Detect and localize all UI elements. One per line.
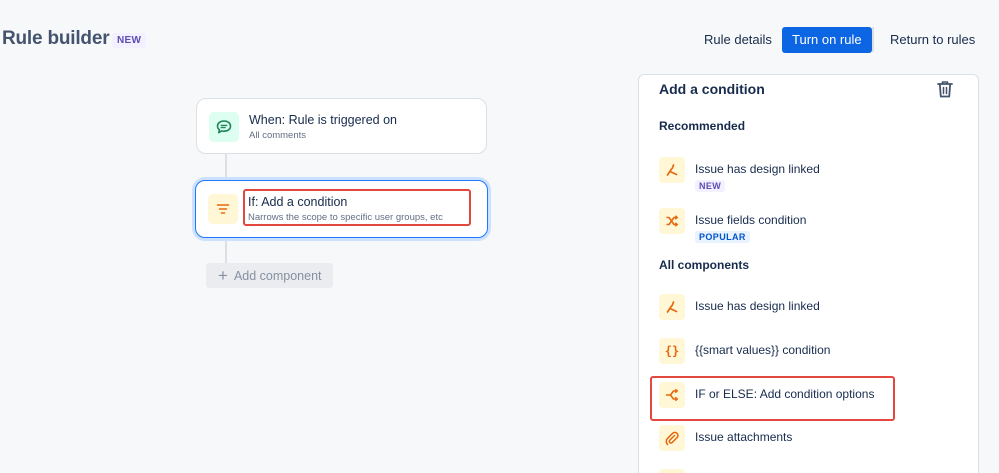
flow-connector: [225, 154, 227, 181]
item-label: Issue fields condition: [695, 213, 807, 227]
add-component-button[interactable]: + Add component: [206, 263, 333, 288]
paperclip-icon: [659, 425, 685, 451]
return-to-rules-button[interactable]: Return to rules: [880, 27, 985, 53]
list-item[interactable]: Issue fields condition POPULAR: [659, 208, 959, 243]
condition-subtitle: Narrows the scope to specific user group…: [248, 212, 443, 223]
condition-card[interactable]: If: Add a condition Narrows the scope to…: [195, 180, 488, 238]
design-link-icon: [659, 157, 685, 183]
shuffle-icon: [659, 208, 685, 234]
plus-icon: +: [218, 266, 228, 285]
item-label: Issue has design linked: [695, 299, 820, 313]
header-divider: [872, 27, 874, 52]
list-item[interactable]: {} {{smart values}} condition: [659, 338, 959, 364]
new-tag: NEW: [695, 180, 726, 192]
curly-braces-icon: {}: [659, 338, 685, 364]
recommended-heading: Recommended: [659, 119, 746, 133]
trigger-card[interactable]: When: Rule is triggered on All comments: [196, 98, 487, 154]
all-components-heading: All components: [659, 258, 750, 272]
trash-icon[interactable]: [935, 79, 955, 99]
item-label: Issue has design linked: [695, 162, 820, 176]
list-item[interactable]: Issue attachments: [659, 425, 959, 451]
list-item[interactable]: Issue has design linked: [659, 294, 959, 320]
rule-details-button[interactable]: Rule details: [694, 27, 782, 53]
list-item[interactable]: [659, 469, 959, 473]
design-link-icon: [659, 294, 685, 320]
page-title: Rule builder: [2, 28, 110, 49]
branch-icon: [659, 382, 685, 408]
list-item[interactable]: Issue has design linked NEW: [659, 157, 959, 192]
trigger-subtitle: All comments: [249, 130, 307, 141]
condition-panel: Add a condition Recommended Issue has de…: [638, 74, 979, 473]
list-item[interactable]: IF or ELSE: Add condition options: [659, 382, 959, 408]
panel-title: Add a condition: [659, 81, 765, 97]
item-label: IF or ELSE: Add condition options: [695, 387, 875, 401]
condition-title: If: Add a condition: [248, 195, 348, 209]
flow-connector: [225, 239, 227, 264]
item-label: {{smart values}} condition: [695, 343, 831, 357]
add-component-label: Add component: [233, 268, 322, 283]
new-badge: NEW: [112, 33, 147, 48]
filter-icon: [208, 194, 238, 224]
item-icon: [659, 469, 685, 473]
header: Rule builder NEW Rule details Turn on ru…: [0, 0, 999, 80]
comment-icon: [209, 112, 239, 142]
popular-tag: POPULAR: [695, 231, 750, 243]
trigger-title: When: Rule is triggered on: [249, 113, 397, 127]
item-label: Issue attachments: [695, 430, 793, 444]
turn-on-rule-button[interactable]: Turn on rule: [782, 27, 872, 53]
